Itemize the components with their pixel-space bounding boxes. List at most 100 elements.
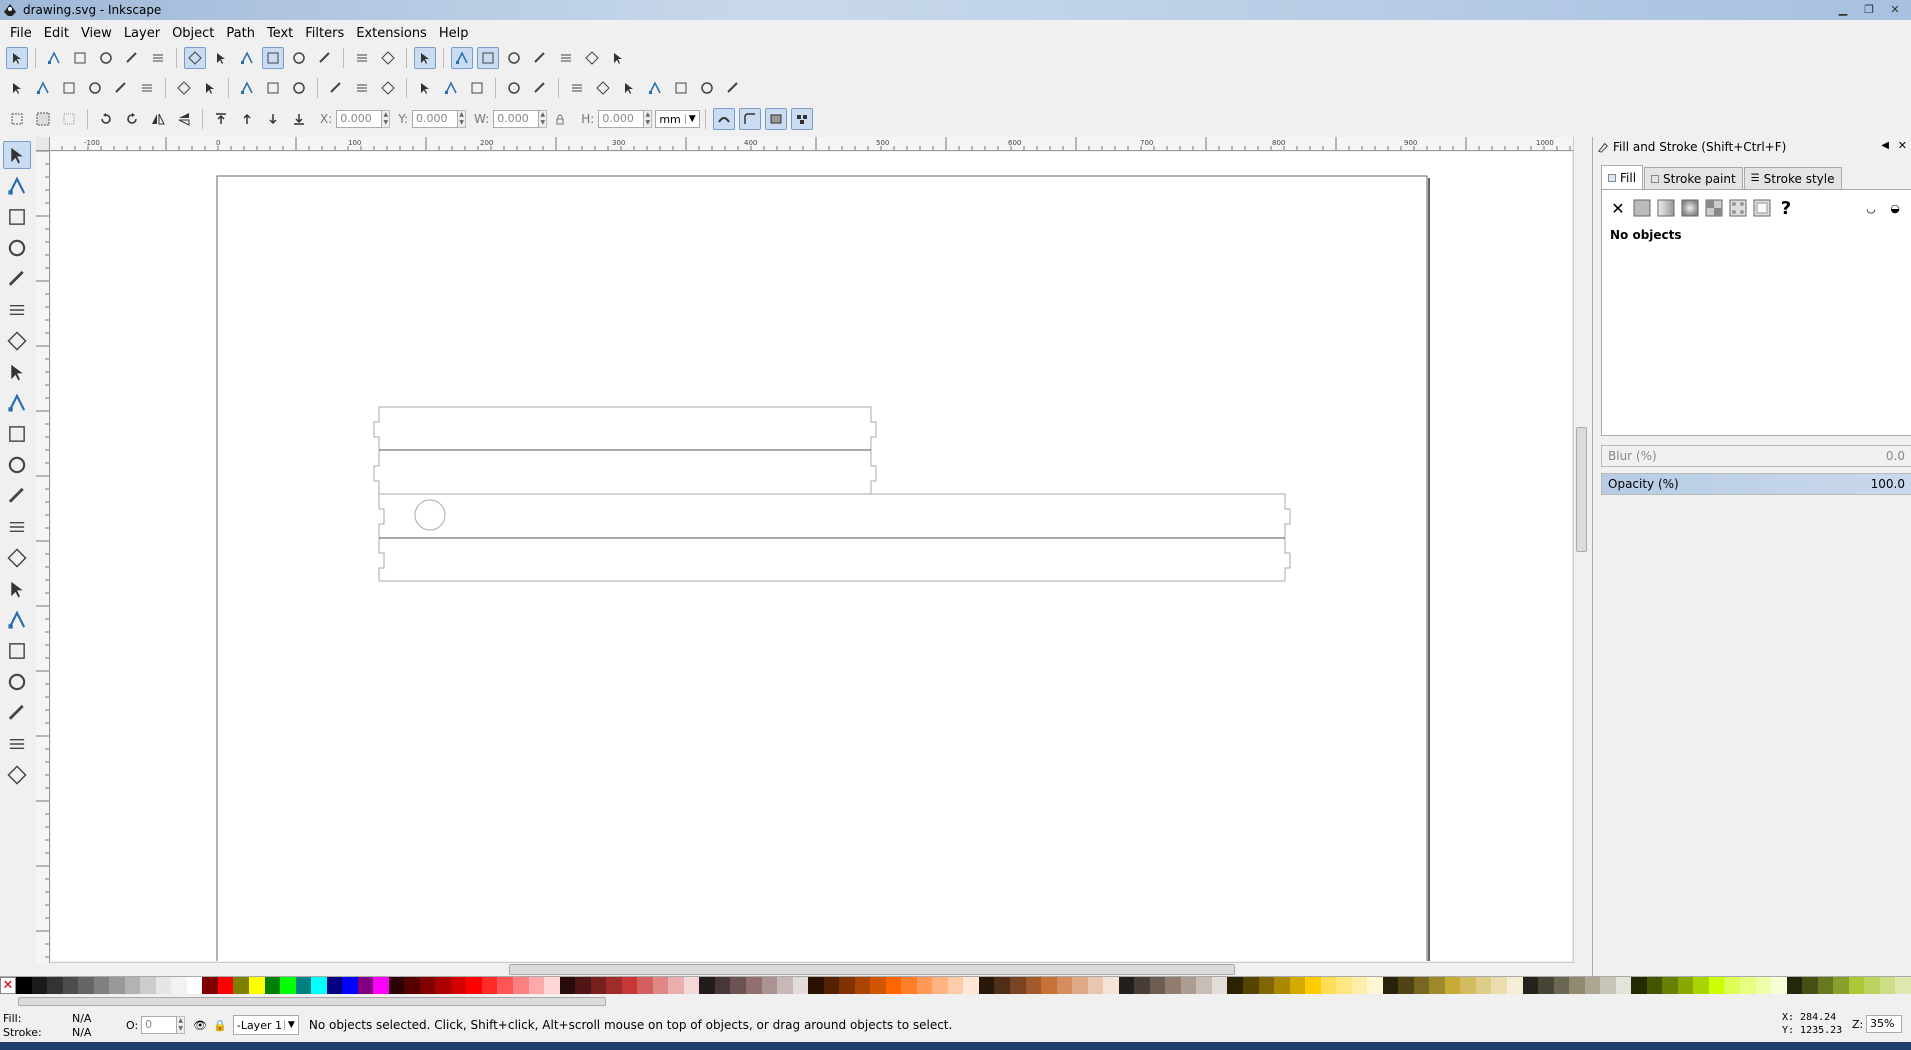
fill-stroke-indicator[interactable]: Fill: N/A Stroke: N/A (0, 1010, 120, 1040)
lower-button[interactable] (262, 108, 284, 130)
palette-scrollbar[interactable] (0, 995, 1911, 1008)
color-swatch[interactable] (823, 977, 840, 994)
color-swatch[interactable] (1227, 977, 1243, 994)
color-swatch[interactable] (186, 977, 203, 994)
color-swatch[interactable] (652, 977, 669, 994)
no-color-swatch[interactable]: ✕ (0, 977, 16, 994)
deselect-button[interactable] (58, 108, 80, 130)
guide-snap-button[interactable] (607, 47, 629, 69)
zoom-drawing-button[interactable] (325, 77, 347, 99)
measure-tool[interactable] (3, 265, 31, 293)
color-swatch[interactable] (1382, 977, 1399, 994)
text-snap-button[interactable] (529, 47, 551, 69)
color-swatch[interactable] (1600, 977, 1616, 994)
menu-filters[interactable]: Filters (299, 26, 350, 41)
group-button[interactable] (503, 77, 525, 99)
status-opacity-spinner[interactable]: ▲ ▼ (177, 1016, 186, 1034)
raise-button[interactable] (236, 108, 258, 130)
maximize-button[interactable]: ❐ (1857, 1, 1881, 17)
color-swatch[interactable] (217, 977, 234, 994)
layer-select[interactable]: -Layer 1 ▼ (232, 1015, 299, 1035)
color-swatch[interactable] (1755, 977, 1772, 994)
color-swatch[interactable] (885, 977, 902, 994)
opacity-slider[interactable]: Opacity (%) 100.0 (1601, 473, 1911, 495)
color-swatch[interactable] (155, 977, 172, 994)
ungroup-button[interactable] (529, 77, 551, 99)
swatch-button[interactable] (1750, 196, 1774, 220)
show-outline-button[interactable] (414, 47, 436, 69)
join-nodes-button[interactable] (95, 47, 117, 69)
flat-color-button[interactable] (1630, 196, 1654, 220)
y-field[interactable]: 0.000 (412, 110, 459, 128)
color-swatch[interactable] (1041, 977, 1057, 994)
color-swatch[interactable] (978, 977, 995, 994)
zoom-page-button[interactable] (351, 77, 373, 99)
color-swatch[interactable] (31, 977, 48, 994)
no-paint-button[interactable]: ✕ (1606, 196, 1630, 220)
color-swatch[interactable] (450, 977, 467, 994)
color-swatch[interactable] (792, 977, 809, 994)
x-field[interactable]: 0.000 (336, 110, 383, 128)
color-swatch[interactable] (994, 977, 1010, 994)
node-edit-button[interactable] (6, 47, 28, 69)
color-swatch[interactable] (901, 977, 917, 994)
clone-button[interactable] (440, 77, 462, 99)
menu-path[interactable]: Path (220, 26, 261, 41)
color-swatch[interactable] (1848, 977, 1865, 994)
node-tool[interactable] (3, 172, 31, 200)
flip-vertical-button[interactable] (173, 108, 195, 130)
color-swatch[interactable] (264, 977, 281, 994)
color-swatch[interactable] (1817, 977, 1834, 994)
color-swatch[interactable] (1491, 977, 1507, 994)
eraser-tool[interactable] (3, 606, 31, 634)
tab-fill[interactable]: Fill (1601, 165, 1644, 189)
color-swatch[interactable] (47, 977, 63, 994)
color-swatch[interactable] (1802, 977, 1818, 994)
text-font-button[interactable] (592, 77, 614, 99)
color-swatch[interactable] (1196, 977, 1212, 994)
color-swatch[interactable] (839, 977, 855, 994)
color-swatch[interactable] (808, 977, 824, 994)
color-swatch[interactable] (1569, 977, 1585, 994)
menu-text[interactable]: Text (261, 26, 299, 41)
color-swatch[interactable] (1677, 977, 1694, 994)
auto-smooth-button[interactable] (288, 47, 310, 69)
color-swatch[interactable] (280, 977, 296, 994)
color-swatch[interactable] (637, 977, 653, 994)
make-smooth-button[interactable] (236, 47, 258, 69)
color-swatch[interactable] (419, 977, 436, 994)
dock-close-icon[interactable]: ✕ (1898, 139, 1907, 152)
snap-midpoints-button[interactable] (477, 47, 499, 69)
document-props-button[interactable] (722, 77, 744, 99)
status-opacity-field[interactable]: 0 (141, 1016, 178, 1034)
duplicate-button[interactable] (414, 77, 436, 99)
minimize-button[interactable]: ▁ (1831, 1, 1855, 17)
paste-button[interactable] (288, 77, 310, 99)
h-field[interactable]: 0.000 (598, 110, 645, 128)
menu-extensions[interactable]: Extensions (350, 26, 433, 41)
color-swatch[interactable] (544, 977, 560, 994)
tab-stroke-style[interactable]: ☰ Stroke style (1743, 167, 1842, 189)
print-button[interactable] (84, 77, 106, 99)
copy-button[interactable] (236, 77, 258, 99)
color-swatch[interactable] (528, 977, 545, 994)
color-swatch[interactable] (16, 977, 32, 994)
zoom-tool[interactable] (3, 234, 31, 262)
color-swatch[interactable] (1118, 977, 1135, 994)
dock-collapse-icon[interactable]: ◀ (1881, 140, 1889, 151)
color-swatch[interactable] (559, 977, 576, 994)
open-button[interactable] (32, 77, 54, 99)
color-swatch[interactable] (621, 977, 638, 994)
color-swatch[interactable] (171, 977, 187, 994)
color-swatch[interactable] (1398, 977, 1414, 994)
lower-to-bottom-button[interactable] (288, 108, 310, 130)
ellipse-tool[interactable] (3, 358, 31, 386)
color-swatch[interactable] (777, 977, 793, 994)
color-swatch[interactable] (1134, 977, 1150, 994)
pen-tool[interactable] (3, 482, 31, 510)
color-swatch[interactable] (1010, 977, 1026, 994)
rotate-cw-button[interactable] (121, 108, 143, 130)
color-swatch[interactable] (1646, 977, 1663, 994)
color-swatch[interactable] (1833, 977, 1849, 994)
snap-center-button[interactable] (503, 47, 525, 69)
